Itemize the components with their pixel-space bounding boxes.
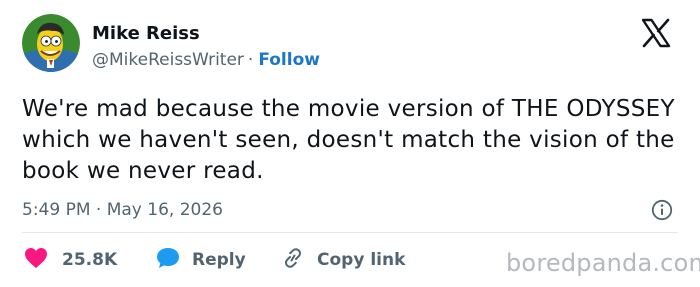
handle-separator: · [247, 50, 254, 70]
watermark: boredpanda.com [506, 249, 700, 277]
reply-button[interactable]: Reply [156, 247, 246, 273]
reply-label: Reply [192, 250, 246, 270]
heart-icon [24, 247, 48, 273]
x-logo-icon[interactable] [640, 17, 672, 49]
display-name[interactable]: Mike Reiss [92, 24, 200, 44]
tweet-text: We're mad because the movie version of T… [22, 96, 675, 184]
handle-row: @MikeReissWriter · Follow [92, 50, 320, 70]
handle[interactable]: @MikeReissWriter [92, 50, 244, 70]
follow-button[interactable]: Follow [258, 50, 320, 70]
avatar[interactable] [22, 14, 80, 72]
timestamp[interactable]: 5:49 PM · May 16, 2026 [22, 200, 223, 220]
tweet-card: Mike Reiss @MikeReissWriter · Follow We're… [0, 0, 700, 287]
speech-bubble-icon [156, 247, 180, 273]
divider [22, 232, 678, 233]
like-button[interactable]: 25.8K [24, 247, 118, 273]
copy-link-label: Copy link [317, 250, 406, 270]
info-icon[interactable] [651, 199, 673, 221]
like-count: 25.8K [62, 250, 118, 270]
copy-link-button[interactable]: Copy link [281, 247, 406, 273]
link-icon [281, 247, 305, 273]
